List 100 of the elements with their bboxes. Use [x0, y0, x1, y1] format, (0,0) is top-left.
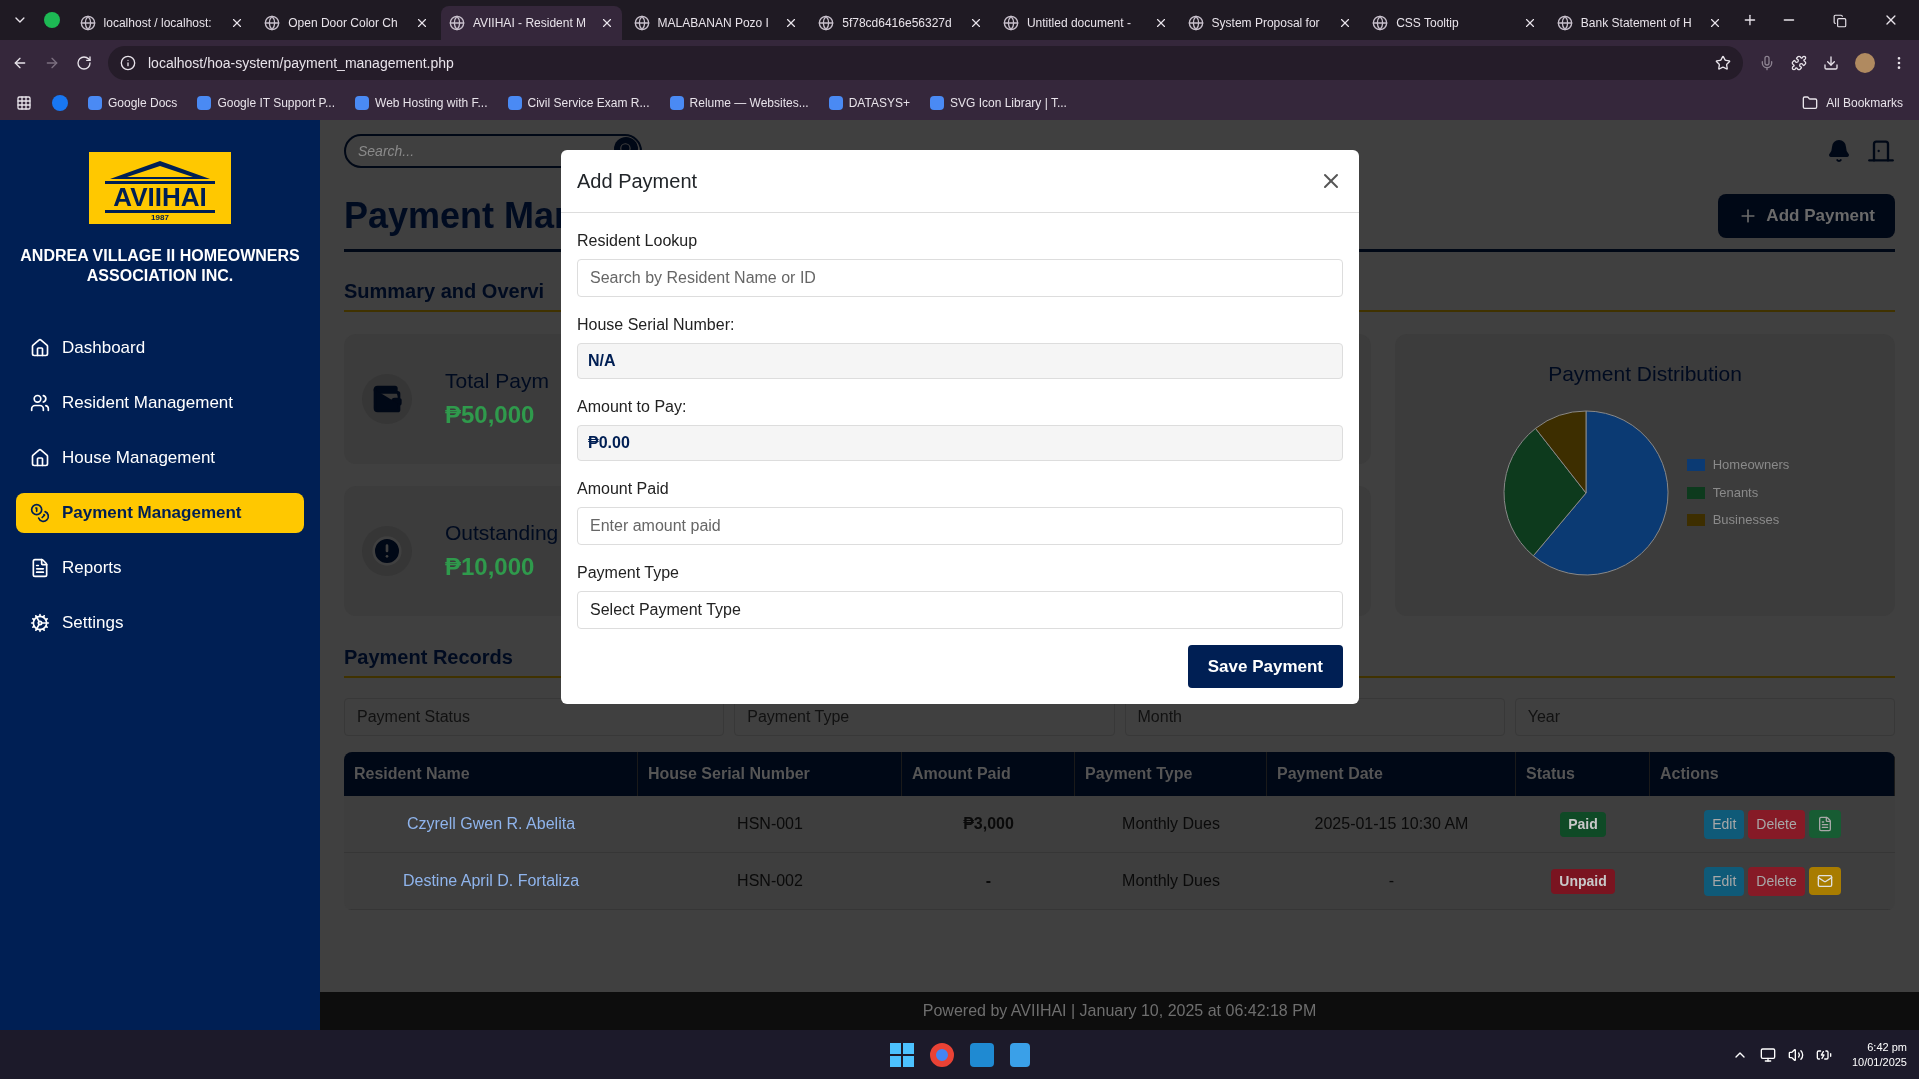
folder-icon[interactable]	[1802, 95, 1819, 111]
readonly-field: ₱0.00	[577, 425, 1343, 461]
apps-icon[interactable]	[16, 95, 32, 111]
browser-tab[interactable]: Open Door Color Ch	[256, 6, 437, 40]
bookmark-link[interactable]: Google Docs	[88, 94, 178, 112]
readonly-field: N/A	[577, 343, 1343, 379]
browser-icon[interactable]	[929, 1042, 954, 1067]
card-label: Total Paym	[445, 368, 549, 395]
house-icon	[30, 448, 50, 468]
tab-title: Bank Statement of H	[1580, 15, 1693, 32]
browser-tab[interactable]: CSS Tooltip	[1364, 6, 1545, 40]
legend-label: Businesses	[1712, 511, 1780, 530]
bookmark-link[interactable]: Relume — Websites...	[669, 94, 809, 112]
microphone-icon[interactable]	[1759, 55, 1775, 71]
tab-title: System Proposal for	[1211, 15, 1321, 32]
footer-text: Powered by AVIIHAI | January 10, 2025 at 06:42:18 PM	[922, 1001, 1317, 1021]
globe-icon	[818, 15, 835, 31]
field-label: Resident Lookup	[577, 231, 699, 251]
bookmark-link[interactable]: Civil Service Exam R...	[507, 94, 650, 112]
delete-button[interactable]: Delete	[1748, 866, 1805, 896]
bookmark-link[interactable]: DATASYS+	[828, 94, 910, 112]
clock-date: 10/01/2025	[1851, 1054, 1907, 1070]
clock-time: 6:42 pm	[1867, 1039, 1907, 1055]
back-icon[interactable]	[12, 55, 28, 71]
dialog-title: Add Payment	[577, 169, 698, 194]
users-icon	[30, 393, 50, 413]
page-title: Payment Mar	[344, 193, 569, 238]
tab-title: Untitled document -	[1026, 15, 1132, 32]
save-payment-button[interactable]: Save Payment	[1187, 645, 1343, 688]
url-text: localhost/hoa-system/payment_management.php	[148, 53, 454, 73]
status-badge: Unpaid	[1551, 868, 1615, 894]
resident-link[interactable]: Destine April D. Fortaliza	[344, 853, 638, 909]
tab-title: localhost / localhost:	[103, 15, 213, 32]
nav-item[interactable]: Reports	[16, 548, 304, 588]
card-label: Outstanding	[445, 520, 559, 547]
globe-icon	[1372, 15, 1389, 31]
field-label: Amount Paid	[577, 479, 670, 499]
table-cell-text: -	[1387, 871, 1396, 891]
card-value: ₱10,000	[445, 551, 536, 582]
document-icon	[30, 558, 50, 578]
receipt-button[interactable]	[1808, 810, 1841, 838]
nav-item[interactable]: Settings	[16, 603, 304, 643]
wallet-icon	[362, 374, 412, 424]
email-button[interactable]	[1808, 867, 1841, 895]
browser-tab[interactable]: AVIIHAI - Resident M	[440, 6, 622, 40]
bookmark-link[interactable]: Google IT Support P...	[197, 94, 335, 112]
section-heading: Summary and Overvi	[344, 280, 545, 302]
browser-tab[interactable]: System Proposal for	[1179, 6, 1361, 40]
star-icon[interactable]	[1715, 55, 1731, 71]
tab-title: AVIIHAI - Resident M	[472, 15, 588, 32]
globe-icon	[1556, 15, 1573, 31]
field-label: Payment Type	[577, 563, 680, 583]
address-bar[interactable]: localhost/hoa-system/payment_management.php	[108, 46, 1743, 80]
input-field[interactable]: Search by Resident Name or ID	[577, 259, 1343, 297]
globe-icon	[1187, 15, 1204, 31]
browser-tab[interactable]: Bank Statement of H	[1548, 6, 1730, 40]
select-field[interactable]: Select Payment Type	[577, 591, 1343, 629]
search-field[interactable]: Search...	[344, 134, 642, 168]
tab-title: Open Door Color Ch	[288, 15, 399, 32]
browser-tab[interactable]: Untitled document -	[994, 6, 1176, 40]
tab-title: 5f78cd6416e56327d	[842, 15, 953, 32]
section-heading: Payment Records	[344, 646, 513, 668]
nav-item[interactable]: House Management	[16, 438, 304, 478]
status-badge: Paid	[1560, 811, 1606, 837]
table-cell-text: -	[984, 871, 993, 891]
info-icon	[120, 55, 136, 71]
nav-item[interactable]: Dashboard	[16, 328, 304, 368]
nav-item[interactable]: Payment Management	[16, 493, 304, 533]
network-icon[interactable]	[1759, 1046, 1776, 1063]
browser-tab[interactable]: 5f78cd6416e56327d	[810, 6, 991, 40]
resident-link[interactable]: Czyrell Gwen R. Abelita	[344, 796, 638, 852]
browser-tab[interactable]: MALABANAN Pozo I	[625, 6, 807, 40]
reload-icon[interactable]	[76, 55, 92, 71]
nav-item[interactable]: Resident Management	[16, 383, 304, 423]
forward-icon[interactable]	[44, 55, 60, 71]
add-payment-button[interactable]: Add Payment	[1718, 193, 1895, 238]
organization-name: ANDREA VILLAGE II HOMEOWNERS ASSOCIATION INC.	[19, 246, 301, 286]
all-bookmarks-link[interactable]: All Bookmarks	[1826, 94, 1903, 112]
field-label: House Serial Number:	[577, 315, 736, 335]
logo: AVIIHAI 1987	[89, 152, 231, 224]
tab-title: MALABANAN Pozo I	[657, 15, 770, 32]
bookmark-link[interactable]: Web Hosting with F...	[355, 94, 488, 112]
puzzle-icon[interactable]	[1791, 55, 1807, 71]
avatar-icon[interactable]	[1855, 53, 1875, 73]
restore-icon[interactable]	[1833, 14, 1848, 28]
download-icon[interactable]	[1823, 55, 1839, 71]
card-value: ₱50,000	[445, 399, 536, 430]
browser-tab[interactable]: localhost / localhost:	[71, 6, 253, 40]
legend-label: Tenants	[1712, 483, 1759, 502]
volume-icon[interactable]	[1787, 1046, 1804, 1063]
input-field[interactable]: Enter amount paid	[577, 507, 1343, 545]
envelope-icon	[1816, 873, 1833, 889]
document-icon	[1816, 816, 1833, 832]
globe-icon	[1002, 15, 1019, 31]
globe-icon	[79, 15, 96, 31]
windows-icon[interactable]	[889, 1042, 914, 1067]
bookmark-link[interactable]: SVG Icon Library | T...	[929, 94, 1067, 112]
chart-title: Payment Distribution	[1548, 361, 1742, 387]
tab-title: CSS Tooltip	[1396, 15, 1460, 32]
delete-button[interactable]: Delete	[1748, 809, 1805, 839]
